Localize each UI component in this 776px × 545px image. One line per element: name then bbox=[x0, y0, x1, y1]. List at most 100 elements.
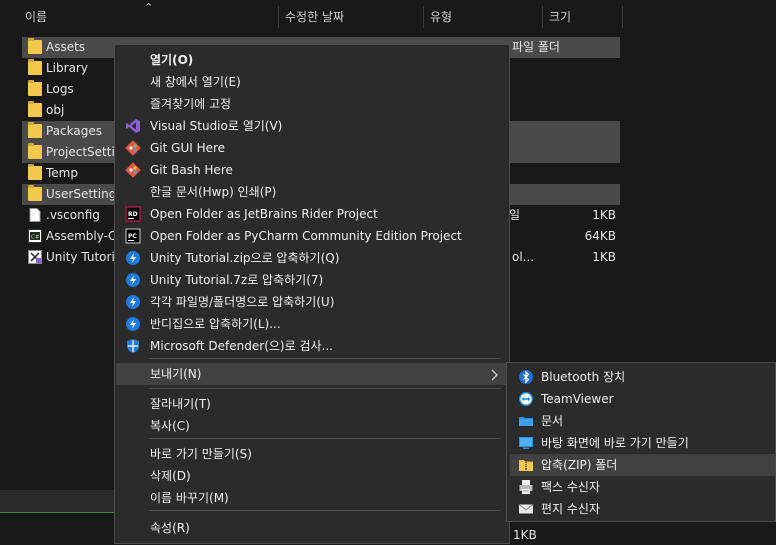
pycharm-icon: PC bbox=[125, 228, 141, 244]
visual-studio-icon bbox=[125, 118, 141, 134]
menu-item-14[interactable]: Microsoft Defender(으)로 검사... bbox=[116, 335, 508, 357]
rider-icon: RD bbox=[125, 206, 141, 222]
menu-separator bbox=[149, 388, 501, 389]
file-type: 일 bbox=[509, 208, 521, 222]
defender-icon bbox=[125, 338, 141, 354]
file-size: 1KB bbox=[592, 208, 616, 222]
folder-icon bbox=[28, 185, 42, 201]
column-divider[interactable] bbox=[542, 6, 543, 28]
progress-line bbox=[0, 512, 114, 513]
menu-item-2[interactable]: 새 창에서 열기(E) bbox=[116, 71, 508, 93]
folder-icon bbox=[28, 101, 42, 117]
menu-item-20[interactable]: 이름 바꾸기(M) bbox=[116, 487, 508, 509]
menu-item-label: Unity Tutorial.7z로 압축하기(7) bbox=[150, 273, 324, 287]
send-to-item-label: 편지 수신자 bbox=[541, 502, 601, 516]
menu-item-label: 열기(O) bbox=[150, 53, 194, 67]
file-size: 64KB bbox=[584, 229, 616, 243]
chevron-right-icon bbox=[490, 363, 498, 385]
menu-item-label: Visual Studio로 열기(V) bbox=[150, 119, 283, 133]
folder-icon bbox=[28, 59, 42, 75]
column-header: ⌃ 이름 수정한 날짜 유형 크기 bbox=[0, 0, 776, 34]
menu-item-label: 복사(C) bbox=[150, 419, 190, 433]
menu-item-19[interactable]: 삭제(D) bbox=[116, 465, 508, 487]
bandizip-icon bbox=[125, 272, 141, 288]
menu-item-10[interactable]: Unity Tutorial.zip으로 압축하기(Q) bbox=[116, 247, 508, 269]
zip-folder-icon bbox=[518, 457, 534, 473]
menu-item-4[interactable]: Visual Studio로 열기(V) bbox=[116, 115, 508, 137]
git-gui-icon bbox=[125, 140, 141, 156]
menu-item-label: Git GUI Here bbox=[150, 141, 226, 155]
file-type: ol... bbox=[512, 250, 535, 264]
menu-item-label: Open Folder as JetBrains Rider Project bbox=[150, 207, 378, 221]
menu-item-label: 각각 파일명/폴더명으로 압축하기(U) bbox=[150, 295, 335, 309]
send-to-item-label: 문서 bbox=[541, 414, 564, 428]
desktop-icon bbox=[518, 435, 534, 451]
svg-text:RD: RD bbox=[128, 211, 138, 218]
menu-item-12[interactable]: 각각 파일명/폴더명으로 압축하기(U) bbox=[116, 291, 508, 313]
fax-icon bbox=[518, 479, 534, 495]
menu-item-label: 한글 문서(Hwp) 인쇄(P) bbox=[150, 185, 277, 199]
csharp-project-icon: C# bbox=[28, 229, 42, 243]
svg-text:PC: PC bbox=[128, 233, 137, 240]
menu-separator bbox=[149, 438, 501, 439]
status-bar bbox=[0, 490, 114, 512]
bluetooth-icon bbox=[518, 369, 534, 385]
send-to-item-label: TeamViewer bbox=[541, 392, 614, 406]
menu-item-11[interactable]: Unity Tutorial.7z로 압축하기(7) bbox=[116, 269, 508, 291]
menu-separator bbox=[149, 358, 501, 359]
column-divider[interactable] bbox=[622, 6, 623, 28]
menu-item-label: Open Folder as PyCharm Community Edition… bbox=[150, 229, 462, 243]
menu-separator bbox=[149, 510, 501, 511]
file-name: Assets bbox=[46, 40, 86, 54]
context-menu: 열기(O) 새 창에서 열기(E) 즐겨찾기에 고정 Visual Studio로 열… bbox=[114, 44, 510, 544]
menu-item-15[interactable]: 보내기(N) bbox=[116, 363, 508, 385]
send-to-item-4[interactable]: 바탕 화면에 바로 가기 만들기 bbox=[510, 432, 775, 454]
menu-item-8[interactable]: RD Open Folder as JetBrains Rider Project bbox=[116, 203, 508, 225]
bandizip-icon bbox=[125, 294, 141, 310]
folder-icon bbox=[28, 143, 42, 159]
menu-item-label: Microsoft Defender(으)로 검사... bbox=[150, 339, 333, 353]
file-name: obj bbox=[46, 103, 65, 117]
send-to-item-2[interactable]: TeamViewer bbox=[510, 388, 775, 410]
menu-item-5[interactable]: Git GUI Here bbox=[116, 137, 508, 159]
folder-icon bbox=[28, 80, 42, 96]
file-icon bbox=[28, 208, 42, 222]
menu-item-17[interactable]: 복사(C) bbox=[116, 415, 508, 437]
menu-item-13[interactable]: 반디집으로 압축하기(L)... bbox=[116, 313, 508, 335]
bandizip-icon bbox=[125, 316, 141, 332]
send-to-item-1[interactable]: Bluetooth 장치 bbox=[510, 366, 775, 388]
menu-item-21[interactable]: 속성(R) bbox=[116, 517, 508, 539]
bandizip-icon bbox=[125, 250, 141, 266]
file-name: Library bbox=[46, 61, 88, 75]
send-to-item-5[interactable]: 압축(ZIP) 폴더 bbox=[510, 454, 775, 476]
send-to-item-6[interactable]: 팩스 수신자 bbox=[510, 476, 775, 498]
menu-item-label: 잘라내기(T) bbox=[150, 397, 211, 411]
send-to-item-3[interactable]: 문서 bbox=[510, 410, 775, 432]
folder-icon bbox=[28, 164, 42, 180]
menu-item-16[interactable]: 잘라내기(T) bbox=[116, 393, 508, 415]
column-name[interactable]: 이름 bbox=[20, 0, 278, 34]
folder-icon bbox=[28, 38, 42, 54]
menu-item-label: 즐겨찾기에 고정 bbox=[150, 97, 232, 111]
send-to-item-label: 압축(ZIP) 폴더 bbox=[541, 458, 618, 472]
column-divider[interactable] bbox=[278, 6, 279, 28]
column-size[interactable]: 크기 bbox=[544, 0, 622, 34]
menu-item-7[interactable]: 한글 문서(Hwp) 인쇄(P) bbox=[116, 181, 508, 203]
menu-item-label: 삭제(D) bbox=[150, 469, 191, 483]
menu-item-6[interactable]: Git Bash Here bbox=[116, 159, 508, 181]
file-name: Temp bbox=[46, 166, 78, 180]
menu-item-label: 보내기(N) bbox=[150, 367, 202, 381]
document-icon bbox=[518, 413, 534, 429]
file-size: 1KB bbox=[592, 250, 616, 264]
menu-item-label: 바로 가기 만들기(S) bbox=[150, 447, 252, 461]
send-to-item-7[interactable]: 편지 수신자 bbox=[510, 498, 775, 520]
column-date[interactable]: 수정한 날짜 bbox=[280, 0, 422, 34]
menu-item-1[interactable]: 열기(O) bbox=[116, 49, 508, 71]
column-divider[interactable] bbox=[423, 6, 424, 28]
file-name: Packages bbox=[46, 124, 102, 138]
menu-item-18[interactable]: 바로 가기 만들기(S) bbox=[116, 443, 508, 465]
send-to-item-label: Bluetooth 장치 bbox=[541, 370, 626, 384]
column-type[interactable]: 유형 bbox=[425, 0, 541, 34]
menu-item-3[interactable]: 즐겨찾기에 고정 bbox=[116, 93, 508, 115]
menu-item-9[interactable]: PC Open Folder as PyCharm Community Editi… bbox=[116, 225, 508, 247]
